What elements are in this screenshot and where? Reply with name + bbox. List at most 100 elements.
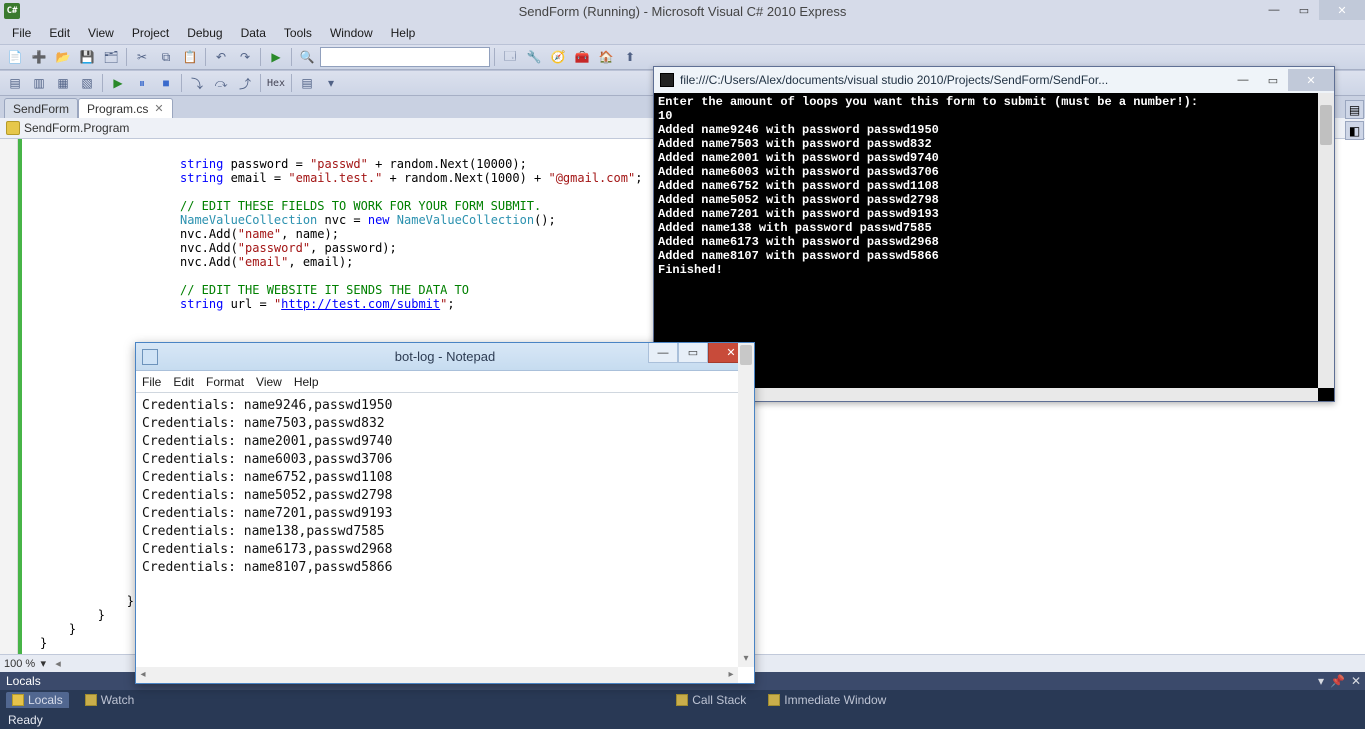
menu-debug[interactable]: Debug <box>179 24 230 42</box>
cut-icon[interactable]: ✂ <box>131 46 153 68</box>
scroll-left-icon[interactable]: ◂ <box>136 667 150 683</box>
tab-sendform[interactable]: SendForm <box>4 98 78 118</box>
maximize-button[interactable]: ▭ <box>678 343 708 363</box>
minimize-button[interactable]: — <box>648 343 678 363</box>
notepad-menubar: File Edit Format View Help <box>136 371 754 393</box>
notepad-titlebar[interactable]: bot-log - Notepad — ▭ ✕ <box>136 343 754 371</box>
console-vscrollbar[interactable] <box>1318 93 1334 388</box>
statusbar: Ready <box>0 710 1365 729</box>
scroll-right-icon[interactable]: ▸ <box>724 667 738 683</box>
menu-view[interactable]: View <box>80 24 122 42</box>
find-input[interactable] <box>320 47 490 67</box>
console-titlebar[interactable]: file:///C:/Users/Alex/documents/visual s… <box>654 67 1334 93</box>
close-icon[interactable]: ✕ <box>154 102 163 115</box>
notepad-title-text: bot-log - Notepad <box>395 349 495 364</box>
start-debug-icon[interactable]: ▶ <box>265 46 287 68</box>
tab-label: Program.cs <box>87 102 148 116</box>
notepad-window[interactable]: bot-log - Notepad — ▭ ✕ File Edit Format… <box>135 342 755 684</box>
break-icon[interactable]: ⏸ <box>131 72 153 94</box>
menu-tools[interactable]: Tools <box>276 24 320 42</box>
side-tab-icon[interactable]: ◧ <box>1345 121 1364 140</box>
tab-program-cs[interactable]: Program.cs ✕ <box>78 98 173 118</box>
vs-app-icon: C# <box>4 3 20 19</box>
tool-icon[interactable]: ▤ <box>4 72 26 94</box>
paste-icon[interactable]: 📋 <box>179 46 201 68</box>
tab-locals[interactable]: Locals <box>6 692 69 708</box>
tool-icon[interactable]: ▧ <box>76 72 98 94</box>
hex-label[interactable]: Hex <box>265 78 287 89</box>
redo-icon[interactable]: ↷ <box>234 46 256 68</box>
chevron-down-icon[interactable]: ▾ <box>37 657 49 670</box>
maximize-button[interactable]: ▭ <box>1258 69 1288 91</box>
toolbar-separator <box>102 74 103 92</box>
console-title-text: file:///C:/Users/Alex/documents/visual s… <box>680 73 1222 87</box>
stop-icon[interactable]: ■ <box>155 72 177 94</box>
vs-titlebar[interactable]: C# SendForm (Running) - Microsoft Visual… <box>0 0 1365 22</box>
save-all-icon[interactable]: 🗂 <box>100 46 122 68</box>
step-out-icon[interactable]: ⤴ <box>234 72 256 94</box>
menu-file[interactable]: File <box>142 375 161 389</box>
tool-icon[interactable]: ▥ <box>28 72 50 94</box>
continue-icon[interactable]: ▶ <box>107 72 129 94</box>
zoom-value[interactable]: 100 % <box>4 658 35 670</box>
notepad-hscrollbar[interactable]: ◂ ▸ <box>136 667 738 683</box>
save-icon[interactable]: 💾 <box>76 46 98 68</box>
pin-icon[interactable]: 📌 <box>1330 674 1345 688</box>
copy-icon[interactable]: ⧉ <box>155 46 177 68</box>
solution-explorer-icon[interactable]: 🗔 <box>499 46 521 68</box>
add-item-icon[interactable]: ➕ <box>28 46 50 68</box>
side-tabs: ▤ ◧ <box>1344 96 1365 140</box>
menu-help[interactable]: Help <box>294 375 319 389</box>
scroll-left-icon[interactable]: ◂ <box>55 657 61 670</box>
panel-tabs-left: Locals Watch Call Stack Immediate Window <box>0 690 1365 710</box>
object-browser-icon[interactable]: 🧭 <box>547 46 569 68</box>
menu-file[interactable]: File <box>4 24 39 42</box>
code-text[interactable]: string password = "passwd" + random.Next… <box>30 143 642 325</box>
notepad-vscrollbar[interactable]: ▴ ▾ <box>738 343 754 667</box>
tool-icon[interactable]: ▤ <box>296 72 318 94</box>
close-icon[interactable]: ✕ <box>1351 674 1361 688</box>
tool-dropdown-icon[interactable]: ▾ <box>320 72 342 94</box>
undo-icon[interactable]: ↶ <box>210 46 232 68</box>
side-tab-icon[interactable]: ▤ <box>1345 100 1364 119</box>
menu-view[interactable]: View <box>256 375 282 389</box>
close-button[interactable]: ✕ <box>1319 0 1365 20</box>
menu-project[interactable]: Project <box>124 24 177 42</box>
menu-format[interactable]: Format <box>206 375 244 389</box>
scrollbar-thumb[interactable] <box>1320 105 1332 145</box>
console-output[interactable]: Enter the amount of loops you want this … <box>654 93 1334 401</box>
code-braces[interactable]: } } } } <box>40 594 134 650</box>
new-project-icon[interactable]: 📄 <box>4 46 26 68</box>
toolbar-separator <box>291 74 292 92</box>
console-window[interactable]: file:///C:/Users/Alex/documents/visual s… <box>653 66 1335 402</box>
editor-gutter[interactable] <box>0 139 18 654</box>
menu-data[interactable]: Data <box>233 24 274 42</box>
menu-help[interactable]: Help <box>383 24 424 42</box>
toolbar-separator <box>291 48 292 66</box>
dropdown-icon[interactable]: ▾ <box>1318 674 1324 688</box>
minimize-button[interactable]: — <box>1259 0 1289 20</box>
tool-icon[interactable]: ▦ <box>52 72 74 94</box>
menu-edit[interactable]: Edit <box>41 24 78 42</box>
scrollbar-thumb[interactable] <box>740 345 752 365</box>
properties-icon[interactable]: 🔧 <box>523 46 545 68</box>
close-button[interactable]: ✕ <box>1288 69 1334 91</box>
start-page-icon[interactable]: 🏠 <box>595 46 617 68</box>
notepad-text-area[interactable]: Credentials: name9246,passwd1950 Credent… <box>136 393 754 683</box>
minimize-button[interactable]: — <box>1228 69 1258 91</box>
scroll-down-icon[interactable]: ▾ <box>738 653 754 667</box>
find-icon[interactable]: 🔍 <box>296 46 318 68</box>
step-over-icon[interactable]: ⤼ <box>210 72 232 94</box>
maximize-button[interactable]: ▭ <box>1289 0 1319 20</box>
extension-manager-icon[interactable]: ⬆ <box>619 46 641 68</box>
vs-window-controls: — ▭ ✕ <box>1259 0 1365 20</box>
tab-callstack[interactable]: Call Stack <box>670 692 752 708</box>
menu-edit[interactable]: Edit <box>173 375 194 389</box>
open-icon[interactable]: 📂 <box>52 46 74 68</box>
menu-window[interactable]: Window <box>322 24 381 42</box>
toolbox-icon[interactable]: 🧰 <box>571 46 593 68</box>
tab-watch[interactable]: Watch <box>79 692 141 708</box>
tab-immediate[interactable]: Immediate Window <box>762 692 892 708</box>
step-into-icon[interactable]: ⤵ <box>186 72 208 94</box>
console-app-icon <box>660 73 674 87</box>
